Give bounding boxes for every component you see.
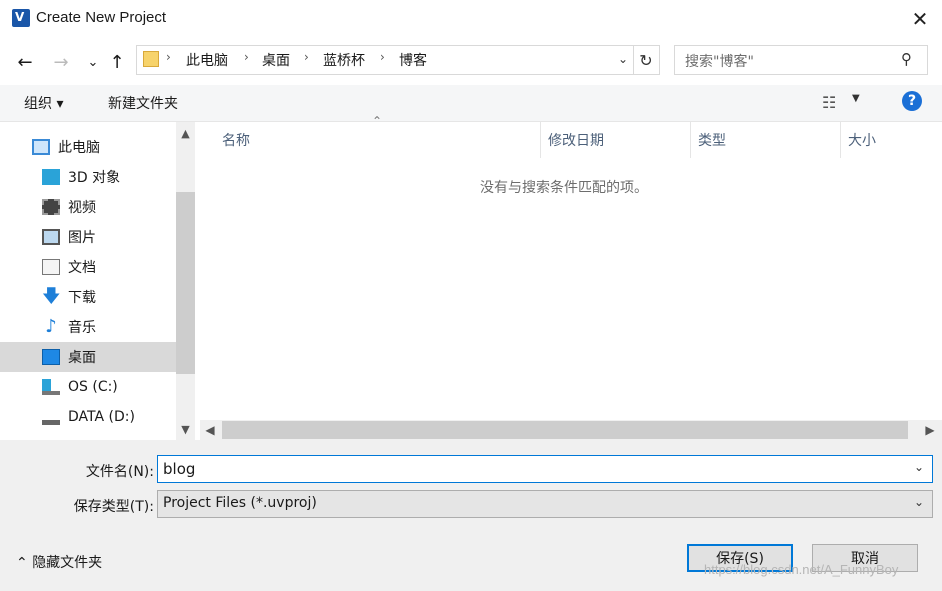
window-title: Create New Project bbox=[36, 9, 167, 26]
tree-scroll-thumb[interactable] bbox=[176, 192, 195, 374]
music-icon: ♪ bbox=[45, 316, 57, 337]
pictures-icon bbox=[42, 229, 60, 245]
search-icon[interactable]: ⚲ bbox=[901, 50, 921, 70]
organize-menu[interactable]: 组织 ▾ bbox=[24, 93, 63, 113]
horizontal-scroll-thumb[interactable] bbox=[222, 421, 908, 439]
breadcrumb-separator: › bbox=[380, 50, 385, 64]
column-header-name[interactable]: 名称 bbox=[222, 130, 250, 150]
empty-message: 没有与搜索条件匹配的项。 bbox=[480, 180, 648, 196]
column-header-size[interactable]: 大小 bbox=[848, 130, 876, 150]
documents-icon bbox=[42, 259, 60, 275]
column-header-date[interactable]: 修改日期 bbox=[548, 130, 604, 150]
breadcrumb-separator: › bbox=[304, 50, 309, 64]
filename-input[interactable]: blog bbox=[163, 460, 195, 478]
tree-item-desktop[interactable]: 桌面 bbox=[0, 342, 195, 372]
navigation-pane[interactable]: 此电脑 3D 对象 视频 图片 文档 🡇 下载 ♪ 音乐 桌面 OS (C:) … bbox=[0, 122, 195, 440]
scroll-up-icon[interactable]: ▲ bbox=[176, 122, 195, 144]
tree-item-os-c[interactable]: OS (C:) bbox=[0, 372, 195, 402]
refresh-icon[interactable]: ↻ bbox=[633, 45, 660, 75]
filename-label: 文件名(N): bbox=[85, 464, 154, 480]
filetype-label: 保存类型(T): bbox=[73, 499, 154, 515]
chevron-up-icon: ⌃ bbox=[16, 555, 33, 571]
app-icon: V bbox=[12, 9, 30, 27]
view-dropdown-icon[interactable]: ▼ bbox=[852, 93, 860, 104]
hide-folders-toggle[interactable]: ⌃ 隐藏文件夹 bbox=[16, 552, 102, 572]
column-divider[interactable] bbox=[840, 122, 841, 158]
breadcrumb-item-desktop[interactable]: 桌面 bbox=[262, 50, 290, 70]
tree-item-pictures[interactable]: 图片 bbox=[0, 222, 195, 252]
chevron-down-icon[interactable]: ⌄ bbox=[914, 460, 924, 474]
forward-button[interactable]: → bbox=[48, 50, 74, 74]
chevron-down-icon[interactable]: ⌄ bbox=[914, 495, 924, 509]
tree-item-this-pc[interactable]: 此电脑 bbox=[0, 132, 195, 162]
filetype-value: Project Files (*.uvproj) bbox=[163, 495, 317, 511]
search-box[interactable]: 搜索"博客" ⚲ bbox=[674, 45, 928, 75]
3d-objects-icon bbox=[42, 169, 60, 185]
tree-item-downloads[interactable]: 🡇 下载 bbox=[0, 282, 195, 312]
breadcrumb-separator: › bbox=[166, 50, 171, 64]
column-header-type[interactable]: 类型 bbox=[698, 130, 726, 150]
videos-icon bbox=[42, 199, 60, 215]
up-button[interactable]: ↑ bbox=[104, 50, 130, 74]
close-button[interactable]: ✕ bbox=[898, 0, 942, 38]
sort-ascending-icon: ⌃ bbox=[372, 114, 383, 128]
scroll-left-icon[interactable]: ◀ bbox=[200, 420, 220, 440]
folder-icon bbox=[143, 51, 159, 67]
recent-locations-button[interactable]: ⌄ bbox=[80, 50, 106, 74]
scroll-right-icon[interactable]: ▶ bbox=[920, 420, 940, 440]
new-folder-button[interactable]: 新建文件夹 bbox=[108, 93, 178, 113]
back-button[interactable]: ← bbox=[12, 50, 38, 74]
scroll-down-icon[interactable]: ▼ bbox=[176, 418, 195, 440]
watermark: https://blog.csdn.net/A_FunnyBoy bbox=[704, 562, 899, 577]
breadcrumb-item-blog[interactable]: 博客 bbox=[399, 50, 427, 70]
tree-item-data-d[interactable]: DATA (D:) bbox=[0, 402, 195, 432]
file-list[interactable] bbox=[200, 122, 942, 420]
column-divider[interactable] bbox=[540, 122, 541, 158]
computer-icon bbox=[32, 139, 50, 155]
address-dropdown-icon[interactable]: ⌄ bbox=[614, 45, 632, 73]
windows-drive-icon bbox=[42, 379, 60, 395]
breadcrumb-item-computer[interactable]: 此电脑 bbox=[186, 50, 228, 70]
filetype-select[interactable]: Project Files (*.uvproj) ⌄ bbox=[157, 490, 933, 518]
tree-item-music[interactable]: ♪ 音乐 bbox=[0, 312, 195, 342]
drive-icon bbox=[42, 415, 60, 425]
tree-item-3d-objects[interactable]: 3D 对象 bbox=[0, 162, 195, 192]
desktop-icon bbox=[42, 349, 60, 365]
tree-item-documents[interactable]: 文档 bbox=[0, 252, 195, 282]
filename-field[interactable]: blog ⌄ bbox=[157, 455, 933, 483]
downloads-icon: 🡇 bbox=[42, 286, 61, 307]
breadcrumb-item-lanqiao[interactable]: 蓝桥杯 bbox=[323, 50, 365, 70]
column-divider[interactable] bbox=[690, 122, 691, 158]
breadcrumb-separator: › bbox=[244, 50, 249, 64]
help-icon[interactable]: ? bbox=[902, 91, 922, 111]
view-options-icon[interactable]: ☷ bbox=[822, 93, 836, 112]
tree-item-videos[interactable]: 视频 bbox=[0, 192, 195, 222]
search-input[interactable]: 搜索"博客" bbox=[685, 51, 754, 71]
